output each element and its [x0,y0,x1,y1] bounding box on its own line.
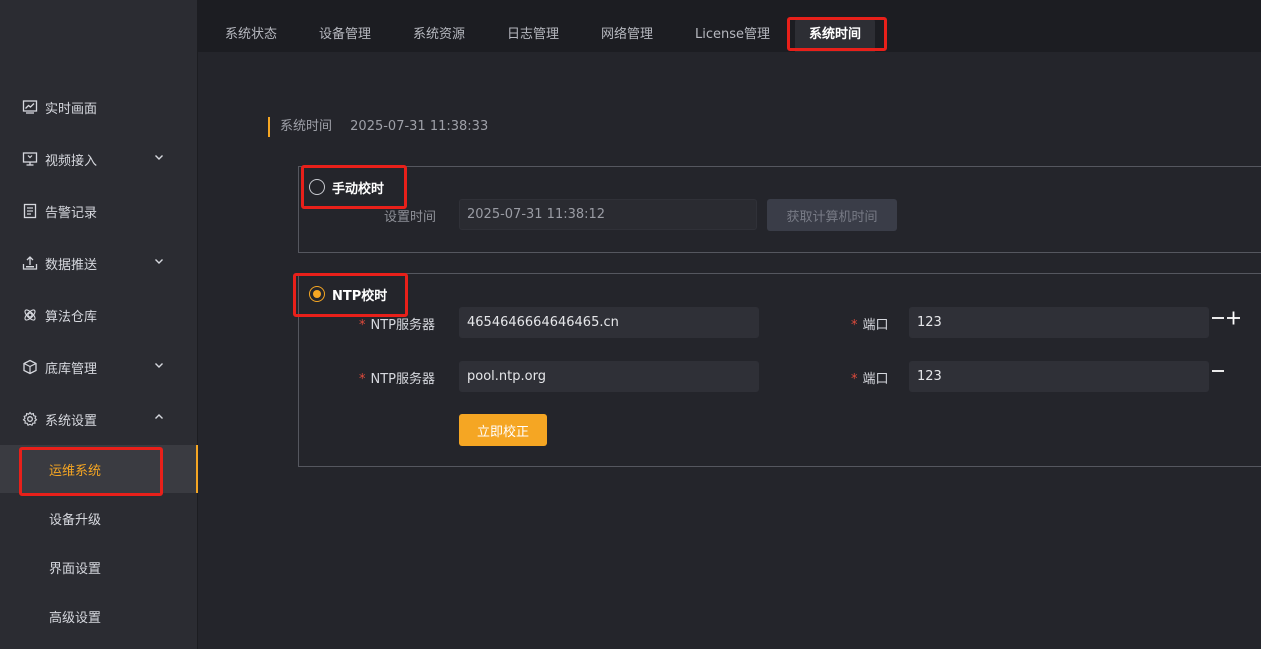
ntp-server-input[interactable] [459,361,759,392]
sidebar-item-label: 底库管理 [45,361,98,377]
tab-system-status[interactable]: 系统状态 [225,18,277,52]
system-time-label: 系统时间 [280,119,333,134]
upload-tray-icon [22,255,38,271]
ntp-server-input[interactable] [459,307,759,338]
minus-icon[interactable] [1210,363,1228,381]
system-time-value: 2025-07-31 11:38:33 [350,119,489,134]
port-label-text: 端口 [862,372,889,387]
tab-network-management[interactable]: 网络管理 [601,18,653,52]
sidebar: 实时画面 视频接入 告警记录 数据推送 算法仓库 底库管理 系统设置 运维系统 … [0,0,198,649]
ntp-server-label-text: NTP服务器 [370,372,436,387]
required-mark: * [851,372,858,387]
radio-unchecked-icon [309,179,325,195]
video-input-icon [22,151,38,167]
required-mark: * [359,318,366,333]
sidebar-item-library[interactable]: 底库管理 [0,342,198,392]
chevron-down-icon [153,359,165,371]
sidebar-subitem-advanced-settings[interactable]: 高级设置 [0,592,198,640]
tab-log-management[interactable]: 日志管理 [507,18,559,52]
sidebar-subitem-label: 界面设置 [49,561,102,577]
monitor-chart-icon [22,99,38,115]
required-mark: * [359,372,366,387]
sidebar-item-label: 系统设置 [45,413,98,429]
ntp-time-radio[interactable]: NTP校时 [309,285,388,304]
sidebar-item-alarm-records[interactable]: 告警记录 [0,186,198,236]
cube-icon [22,359,38,375]
tab-device-management[interactable]: 设备管理 [319,18,371,52]
sidebar-subitem-ui-settings[interactable]: 界面设置 [0,543,198,591]
sidebar-item-realtime[interactable]: 实时画面 [0,82,198,132]
ntp-time-radio-label: NTP校时 [332,288,388,304]
manual-time-radio[interactable]: 手动校时 [309,178,385,197]
gear-icon [22,411,38,427]
port-label: * 端口 [851,314,889,333]
chevron-down-icon [153,255,165,267]
tab-license-management[interactable]: License管理 [695,18,770,52]
sidebar-item-label: 告警记录 [45,205,98,221]
sidebar-subitem-label: 高级设置 [49,610,102,626]
port-input[interactable] [909,361,1209,392]
required-mark: * [851,318,858,333]
port-input[interactable] [909,307,1209,338]
chevron-down-icon [153,151,165,163]
sidebar-item-label: 算法仓库 [45,309,98,325]
sidebar-item-label: 实时画面 [45,101,98,117]
ntp-server-label: * NTP服务器 [359,368,435,387]
tab-system-resources[interactable]: 系统资源 [413,18,465,52]
get-pc-time-button[interactable]: 获取计算机时间 [767,199,897,231]
ntp-server-label: * NTP服务器 [359,314,435,333]
set-time-input[interactable] [459,199,757,230]
sync-now-button[interactable]: 立即校正 [459,414,547,446]
manual-time-radio-label: 手动校时 [332,181,385,197]
port-label-text: 端口 [862,318,889,333]
sidebar-subitem-label: 设备升级 [49,512,102,528]
set-time-label: 设置时间 [384,210,437,225]
plus-icon[interactable] [1226,309,1244,327]
sidebar-item-video-input[interactable]: 视频接入 [0,134,198,184]
sidebar-item-algorithm-store[interactable]: 算法仓库 [0,290,198,340]
document-list-icon [22,203,38,219]
sidebar-subitem-label: 运维系统 [49,463,102,479]
molecule-icon [22,307,38,323]
chevron-up-icon [153,411,165,423]
sidebar-item-label: 数据推送 [45,257,98,273]
sidebar-subitem-ops-system[interactable]: 运维系统 [0,445,198,493]
radio-checked-icon [309,286,325,302]
ntp-server-label-text: NTP服务器 [370,318,436,333]
sidebar-item-label: 视频接入 [45,153,98,169]
sidebar-subitem-device-upgrade[interactable]: 设备升级 [0,494,198,542]
sidebar-item-data-push[interactable]: 数据推送 [0,238,198,288]
tab-system-time[interactable]: 系统时间 [795,18,876,52]
port-label: * 端口 [851,368,889,387]
sidebar-item-system-settings[interactable]: 系统设置 [0,394,198,444]
system-time-display: 系统时间 2025-07-31 11:38:33 [268,117,488,137]
